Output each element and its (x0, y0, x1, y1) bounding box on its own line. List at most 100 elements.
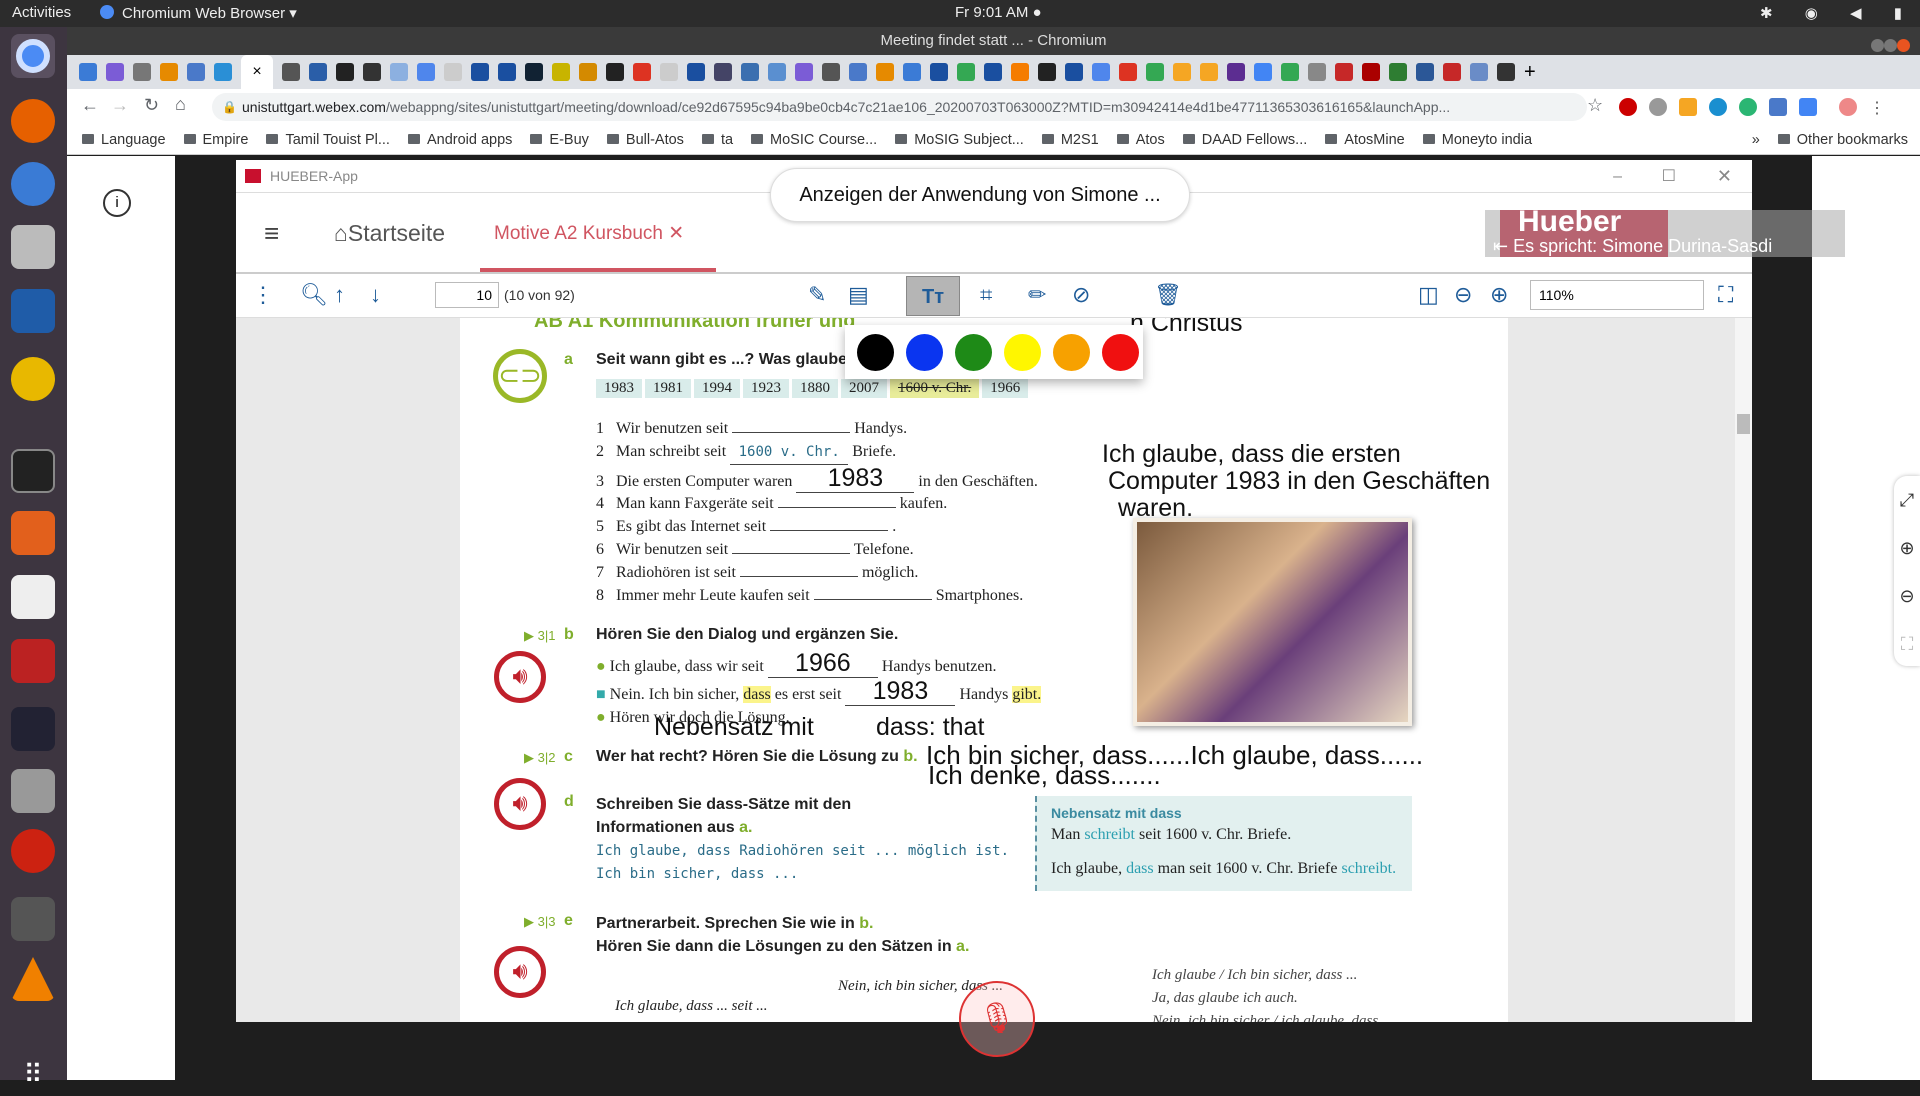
link-icon[interactable]: ⊂⊃ (493, 349, 547, 403)
browser-tab-favicon[interactable] (336, 63, 354, 81)
audio-play-button[interactable]: 🔊︎ (494, 651, 546, 703)
hamburger-menu-icon[interactable]: ≡ (264, 218, 279, 249)
browser-tab-favicon[interactable] (417, 63, 435, 81)
firefox-icon[interactable] (11, 99, 55, 143)
color-swatch[interactable] (906, 333, 943, 371)
browser-tab-favicon[interactable] (606, 63, 624, 81)
zoom-in-icon[interactable]: ⊕ (1490, 282, 1508, 308)
pen-icon[interactable]: ✏ (1028, 282, 1046, 308)
search-document-icon[interactable]: 🔍︎ (300, 282, 328, 308)
bookmarks-overflow[interactable]: » (1752, 132, 1760, 148)
highlighter-icon[interactable]: ✎ (808, 282, 826, 308)
browser-tab-favicon[interactable] (282, 63, 300, 81)
audio-play-button[interactable]: 🔊︎ (494, 946, 546, 998)
page-down-icon[interactable]: ↓ (370, 282, 381, 308)
document-scrollbar[interactable] (1735, 318, 1752, 1022)
bookmark-item[interactable]: MoSIC Course... (751, 132, 877, 148)
comment-icon[interactable]: ▤ (848, 282, 869, 308)
more-options-icon[interactable]: ⋮ (252, 282, 274, 308)
browser-tab-favicon[interactable] (876, 63, 894, 81)
activities-button[interactable]: Activities (12, 4, 71, 21)
bookmark-item[interactable]: DAAD Fellows... (1183, 132, 1308, 148)
bookmark-item[interactable]: Empire (184, 132, 249, 148)
browser-tab-favicon[interactable] (525, 63, 543, 81)
audio-track[interactable]: ▶ 3|1 (524, 628, 555, 644)
browser-tab-favicon[interactable] (714, 63, 732, 81)
browser-tab-favicon[interactable] (1011, 63, 1029, 81)
maximize-button[interactable]: ☐ (1662, 160, 1676, 193)
browser-tab-favicon[interactable] (633, 63, 651, 81)
color-swatch[interactable] (1004, 333, 1041, 371)
thunderbird-icon[interactable] (11, 162, 55, 206)
browser-tab-favicon[interactable] (1227, 63, 1245, 81)
bookmark-item[interactable]: MoSIG Subject... (895, 132, 1024, 148)
clock[interactable]: Fr 9:01 AM ● (955, 4, 1042, 21)
browser-tab-favicon[interactable] (1119, 63, 1137, 81)
zoom-in-icon[interactable]: ⊕ (1894, 524, 1920, 572)
cherry-icon[interactable] (11, 829, 55, 873)
bookmark-item[interactable]: Language (82, 132, 166, 148)
writer-icon[interactable] (11, 289, 55, 333)
browser-tab-favicon[interactable] (187, 63, 205, 81)
browser-tab-favicon[interactable] (903, 63, 921, 81)
audio-track[interactable]: ▶ 3|3 (524, 914, 555, 930)
browser-tab-favicon[interactable] (1416, 63, 1434, 81)
home-icon[interactable]: ⌂ (175, 94, 186, 115)
minimize-button[interactable]: – (1613, 160, 1622, 193)
browser-tab-favicon[interactable] (1470, 63, 1488, 81)
browser-tab-favicon[interactable] (309, 63, 327, 81)
hide-annotations-icon[interactable]: ⊘ (1072, 282, 1090, 308)
browser-tab-favicon[interactable] (1173, 63, 1191, 81)
remote-desktop-icon[interactable] (11, 639, 55, 683)
browser-tab-favicon[interactable] (214, 63, 232, 81)
color-swatch[interactable] (1053, 333, 1090, 371)
browser-tab-favicon[interactable] (930, 63, 948, 81)
browser-tab-favicon[interactable] (1497, 63, 1515, 81)
browser-tab-favicon[interactable] (1281, 63, 1299, 81)
browser-tab-favicon[interactable] (795, 63, 813, 81)
browser-tab-favicon[interactable] (1443, 63, 1461, 81)
color-swatch[interactable] (955, 333, 992, 371)
amazon-icon[interactable] (11, 575, 55, 619)
text-tool-button[interactable]: Tт (906, 276, 960, 316)
browser-tab-favicon[interactable] (1200, 63, 1218, 81)
page-up-icon[interactable]: ↑ (334, 282, 345, 308)
terminal-icon[interactable] (11, 449, 55, 493)
browser-tab-favicon[interactable] (687, 63, 705, 81)
bookmark-item[interactable]: Bull-Atos (607, 132, 684, 148)
home-tab[interactable]: ⌂Startseite (334, 220, 445, 247)
back-icon[interactable]: ← (81, 95, 99, 116)
browser-tab-favicon[interactable] (1146, 63, 1164, 81)
browser-tab-favicon[interactable] (363, 63, 381, 81)
app-menu[interactable]: Chromium Web Browser ▾ (122, 4, 297, 22)
mute-microphone-button[interactable]: 🎙︎ (959, 981, 1035, 1057)
browser-tab-favicon[interactable] (984, 63, 1002, 81)
show-apps-icon[interactable]: ⠿ (11, 1052, 55, 1096)
browser-tab-favicon[interactable] (498, 63, 516, 81)
browser-tab-favicon[interactable] (1038, 63, 1056, 81)
fullscreen-icon[interactable]: ⛶ (1718, 282, 1733, 308)
delete-icon[interactable]: 🗑︎ (1154, 282, 1182, 308)
tab-close-icon[interactable]: ✕ (668, 223, 684, 244)
browser-tab-favicon[interactable] (741, 63, 759, 81)
vlc-icon[interactable] (11, 957, 55, 1001)
new-tab-button[interactable]: + (1524, 61, 1536, 84)
vm-icon[interactable] (11, 897, 55, 941)
color-swatch[interactable] (1102, 333, 1139, 371)
bookmark-item[interactable]: Moneyto india (1423, 132, 1532, 148)
browser-tab-favicon[interactable] (160, 63, 178, 81)
camera-icon[interactable] (11, 769, 55, 813)
reload-icon[interactable]: ↻ (144, 95, 159, 116)
browser-tab-favicon[interactable] (1065, 63, 1083, 81)
fit-icon[interactable]: ⛶ (1894, 620, 1920, 668)
software-center-icon[interactable] (11, 511, 55, 555)
text-box-icon[interactable]: ⌗ (980, 282, 992, 308)
browser-tab-favicon[interactable] (822, 63, 840, 81)
forward-icon[interactable]: → (111, 95, 129, 116)
bookmark-star-icon[interactable]: ☆ (1587, 95, 1603, 116)
browser-tab-favicon[interactable] (390, 63, 408, 81)
audio-track[interactable]: ▶ 3|2 (524, 750, 555, 766)
bookmark-item[interactable]: ta (702, 132, 733, 148)
bookmark-item[interactable]: AtosMine (1325, 132, 1404, 148)
browser-tab-favicon[interactable] (660, 63, 678, 81)
